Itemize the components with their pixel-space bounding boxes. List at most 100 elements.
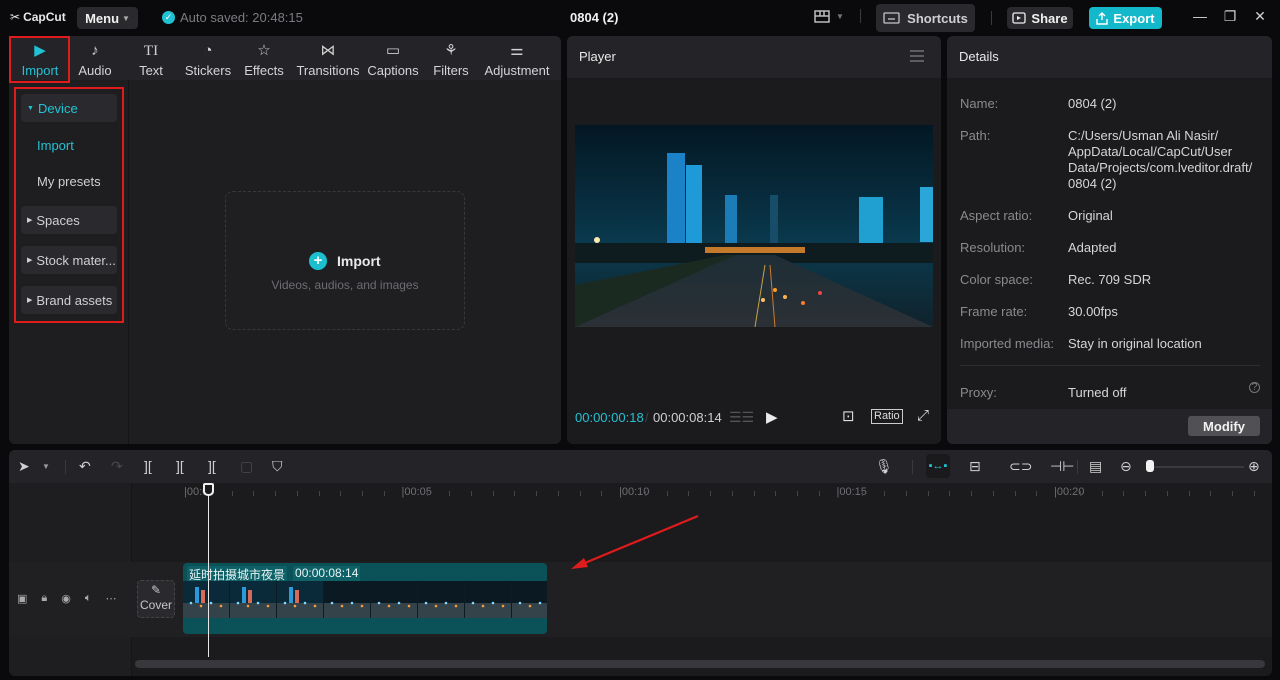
timeline-zoom-handle[interactable] <box>1146 460 1154 472</box>
timeline-zoom-slider[interactable] <box>1154 466 1244 468</box>
detail-label: Resolution: <box>960 240 1026 255</box>
menu-button[interactable]: Menu ▼ <box>77 7 138 29</box>
chevron-down-icon[interactable]: ▼ <box>42 462 50 471</box>
tab-transitions[interactable]: ⋈ Transitions <box>293 36 363 80</box>
tab-text[interactable]: TI Text <box>121 36 181 80</box>
upload-icon <box>1096 11 1109 25</box>
zoom-in-icon[interactable]: ⊕ <box>1248 458 1260 475</box>
ruler-tick <box>710 491 711 496</box>
ruler-tick <box>296 491 298 496</box>
ruler-tick <box>862 491 864 496</box>
ruler-tick <box>818 491 820 496</box>
detail-label: Aspect ratio: <box>960 208 1033 223</box>
undo-icon[interactable]: ↶ <box>79 458 91 475</box>
ruler-tick <box>688 491 690 496</box>
main-track-magnet-button[interactable]: ▪↔▪ <box>926 454 950 478</box>
detail-value: 30.00fps <box>1068 304 1118 319</box>
auto-snap-icon[interactable]: ⊟ <box>969 458 981 475</box>
marker-icon[interactable]: ⛉ <box>272 458 283 475</box>
delete-left-icon[interactable]: ][ <box>176 458 184 474</box>
ruler-tick <box>579 491 581 496</box>
layout-icon <box>814 9 830 23</box>
delete-icon: ▢ <box>240 458 254 474</box>
video-clip[interactable]: 延时拍摄城市夜景 00:00:08:14 <box>183 563 547 634</box>
annotation-box-sidebar <box>14 87 124 323</box>
ruler-tick <box>1232 491 1233 496</box>
more-icon[interactable]: ⋯ <box>105 592 116 605</box>
divider <box>859 9 861 23</box>
annotation-arrow <box>571 514 699 569</box>
export-button[interactable]: Export <box>1089 7 1162 29</box>
shortcuts-button[interactable]: Shortcuts <box>876 4 975 32</box>
ruler-tick <box>1145 491 1146 496</box>
timeline-horizontal-scrollbar[interactable] <box>135 660 1265 668</box>
fullscreen-icon[interactable]: ⤢ <box>917 407 929 424</box>
zoom-out-icon[interactable]: ⊖ <box>1120 458 1132 475</box>
tab-effects[interactable]: ☆ Effects <box>235 36 293 80</box>
ruler-tick <box>1188 491 1190 496</box>
lock-icon[interactable]: 🔒︎ <box>41 592 47 605</box>
playhead-line[interactable] <box>208 483 209 657</box>
ruler-tick <box>1036 491 1038 496</box>
project-title: 0804 (2) <box>570 10 619 25</box>
clip-thumbnail <box>277 581 323 618</box>
ratio-button[interactable]: Ratio <box>871 409 903 424</box>
select-cursor-icon[interactable]: ➤ <box>18 458 30 475</box>
time-separator: / <box>645 410 649 425</box>
clip-thumbnail <box>418 581 464 618</box>
import-dropzone[interactable]: + Import Videos, audios, and images <box>225 191 465 330</box>
player-menu-icon[interactable] <box>910 50 924 65</box>
autosave-status: ✓ Auto saved: 20:48:15 <box>162 10 303 25</box>
cover-button[interactable]: ✎ Cover <box>137 580 175 618</box>
video-preview[interactable] <box>575 125 933 327</box>
timecode-format-icon[interactable]: ☰☰ <box>729 409 754 426</box>
import-media-button[interactable]: + Import <box>309 252 381 270</box>
ruler-tick <box>949 491 951 496</box>
tab-audio[interactable]: ♪ Audio <box>69 36 121 80</box>
link-icon[interactable]: ⊂⊃ <box>1009 458 1032 475</box>
volume-icon[interactable]: 🔈︎ <box>85 592 92 605</box>
check-circle-icon: ✓ <box>162 11 175 24</box>
play-button[interactable]: ▶ <box>766 408 778 426</box>
delete-right-icon[interactable]: ][ <box>208 458 216 474</box>
preview-axis-icon[interactable]: ⊣⊢ <box>1050 458 1074 475</box>
keyboard-icon <box>883 12 900 24</box>
effects-icon: ☆ <box>257 42 271 59</box>
maximize-button[interactable]: ❐ <box>1220 8 1240 25</box>
chevron-down-icon: ▼ <box>836 11 844 21</box>
clip-thumbnail <box>465 581 511 618</box>
redo-icon: ↷ <box>111 458 123 474</box>
share-icon <box>1012 12 1027 24</box>
eye-icon[interactable]: ◉ <box>61 592 71 605</box>
playhead-handle[interactable] <box>203 483 214 496</box>
help-icon[interactable]: ? <box>1249 382 1260 393</box>
ruler-tick <box>644 491 646 496</box>
split-icon[interactable]: ][ <box>144 458 152 474</box>
tab-filters[interactable]: ⚘ Filters <box>423 36 479 80</box>
microphone-icon[interactable]: 🎙 <box>875 458 893 475</box>
tab-captions[interactable]: ▭ Captions <box>363 36 423 80</box>
player-title: Player <box>579 49 616 64</box>
share-button[interactable]: Share <box>1007 7 1073 29</box>
ruler-tick <box>427 491 429 496</box>
clip-thumbnail <box>324 581 370 618</box>
close-button[interactable]: ✕ <box>1250 8 1270 25</box>
clip-thumbnail <box>512 581 547 618</box>
divider <box>65 460 66 474</box>
zoom-to-fit-icon[interactable]: ▤ <box>1089 458 1102 475</box>
minimize-button[interactable]: — <box>1190 8 1210 24</box>
tab-adjustment[interactable]: ⚌ Adjustment <box>479 36 555 80</box>
player-controls: 00:00:00:18 / 00:00:08:14 ☰☰ ▶ ⊡ Ratio ⤢ <box>567 406 941 430</box>
track-controls: ▣ 🔒︎ ◉ 🔈︎ ⋯ <box>17 592 116 605</box>
zoom-preview-icon[interactable]: ⊡ <box>842 407 855 425</box>
audio-icon: ♪ <box>91 42 99 59</box>
ruler-tick <box>318 491 320 496</box>
layout-button[interactable]: ▼ <box>814 9 861 23</box>
timeline-toolbar: ➤ ▼ ↶ ↷ ][ ][ ][ ▢ ⛉ 🎙 ▪↔▪ ⊟ ⊂⊃ ⊣⊢ ▤ ⊖ ⊕ <box>9 450 1272 483</box>
ruler-tick <box>1101 491 1103 496</box>
ruler-tick <box>557 491 559 496</box>
ruler-tick <box>927 491 929 496</box>
current-time: 00:00:00:18 <box>575 410 644 425</box>
modify-button[interactable]: Modify <box>1188 416 1260 436</box>
tab-stickers[interactable]: ◔ Stickers <box>181 36 235 80</box>
